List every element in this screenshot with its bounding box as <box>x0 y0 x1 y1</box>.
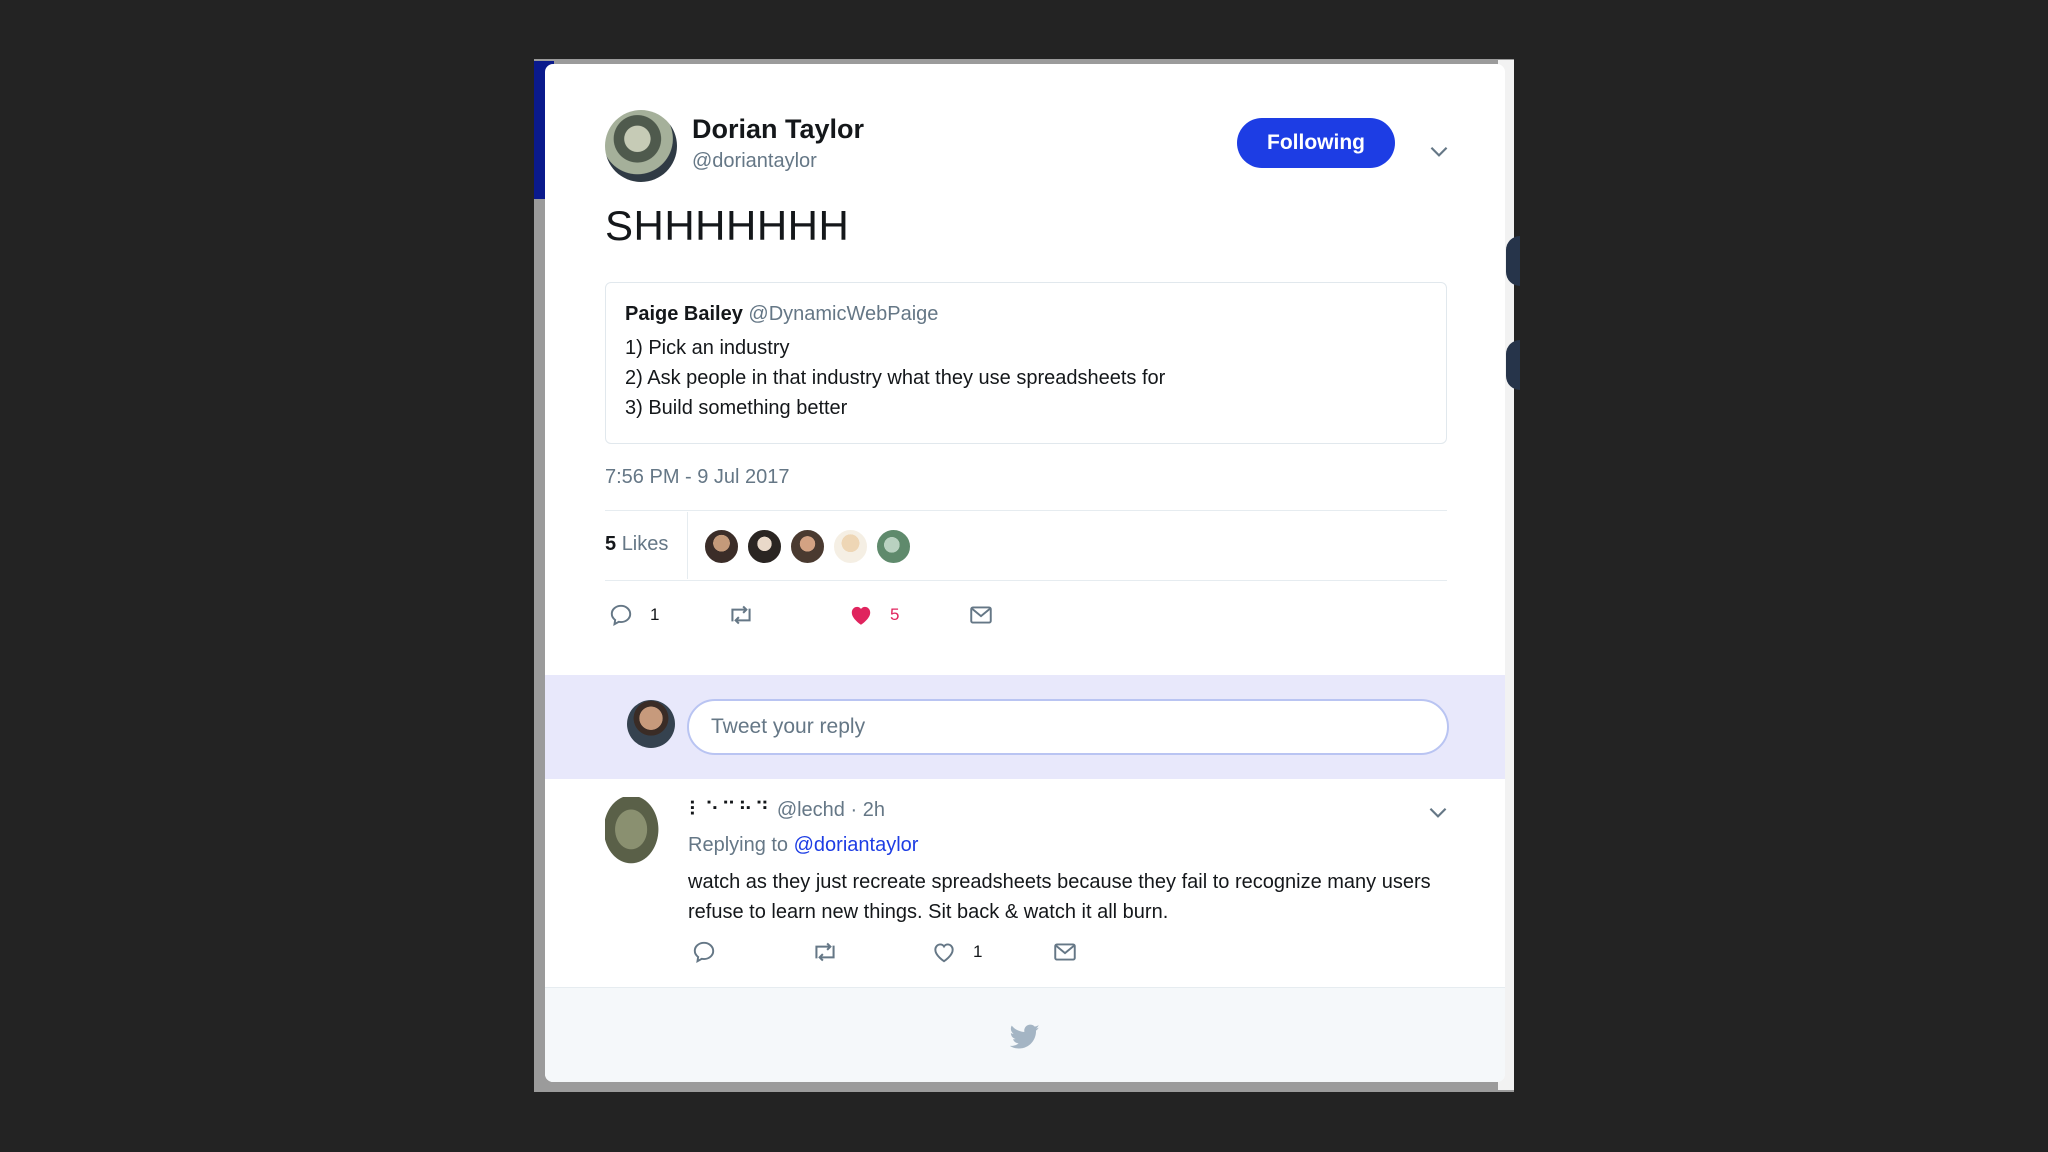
divider <box>605 510 1447 511</box>
reply-author-avatar[interactable] <box>605 797 663 869</box>
liker-avatar[interactable] <box>875 528 912 565</box>
likes-number: 5 <box>605 533 617 555</box>
meta-separator: · <box>850 799 863 821</box>
reply-meta: ⠇⠑⠉⠓⠙ @lechd · 2h <box>688 797 885 822</box>
following-button[interactable]: Following <box>1237 118 1395 168</box>
tweet-header: Dorian Taylor @doriantaylor Following <box>605 110 1485 184</box>
divider <box>605 580 1447 581</box>
author-handle[interactable]: @doriantaylor <box>692 150 817 173</box>
quoted-author-name: Paige Bailey <box>625 303 743 325</box>
reply-author-handle[interactable]: @lechd <box>777 799 845 821</box>
liker-avatar[interactable] <box>703 528 740 565</box>
reply-text: watch as they just recreate spreadsheets… <box>688 871 1431 923</box>
quoted-tweet-header: Paige Bailey @DynamicWebPaige <box>625 303 938 326</box>
modal-footer <box>545 987 1505 1082</box>
heart-outline-icon <box>934 943 954 963</box>
likes-label: Likes <box>621 533 669 555</box>
reply-author-name[interactable]: ⠇⠑⠉⠓⠙ <box>688 799 771 821</box>
reply-icon <box>693 941 715 964</box>
liker-avatar[interactable] <box>746 528 783 565</box>
retweet-action[interactable] <box>810 939 840 965</box>
author-avatar[interactable] <box>605 110 677 182</box>
like-action[interactable]: 5 <box>848 602 899 628</box>
reply-icon <box>610 604 632 627</box>
replying-prefix: Replying to <box>688 834 789 856</box>
quoted-author-handle: @DynamicWebPaige <box>748 303 939 325</box>
envelope-icon <box>970 606 992 624</box>
quoted-line: 1) Pick an industry <box>625 337 790 359</box>
reply-action[interactable]: 1 <box>608 602 659 628</box>
like-count: 1 <box>973 942 983 961</box>
tweet-text: SHHHHHHH <box>605 202 850 249</box>
reply-tweet[interactable]: ⠇⠑⠉⠓⠙ @lechd · 2h Replying to @doriantay… <box>545 779 1505 979</box>
divider <box>687 512 688 579</box>
heart-icon <box>851 606 871 625</box>
current-user-avatar <box>627 700 675 748</box>
like-count: 5 <box>890 605 900 624</box>
quoted-line: 3) Build something better <box>625 397 848 419</box>
like-action[interactable]: 1 <box>931 939 982 965</box>
liker-avatar[interactable] <box>832 528 869 565</box>
tweet-modal: Dorian Taylor @doriantaylor Following SH… <box>545 64 1505 1082</box>
replying-to: Replying to @doriantaylor <box>688 834 918 857</box>
replying-to-link[interactable]: @doriantaylor <box>794 834 919 856</box>
envelope-icon <box>1054 943 1076 961</box>
tweet-timestamp[interactable]: 7:56 PM - 9 Jul 2017 <box>605 466 790 489</box>
retweet-icon <box>731 605 751 625</box>
chevron-down-icon[interactable] <box>1425 799 1451 825</box>
reply-input[interactable] <box>687 699 1449 755</box>
author-name[interactable]: Dorian Taylor <box>692 114 864 145</box>
quoted-tweet[interactable]: Paige Bailey @DynamicWebPaige 1) Pick an… <box>605 282 1447 444</box>
chevron-down-icon[interactable] <box>1426 138 1452 164</box>
direct-message-action[interactable] <box>1052 939 1078 965</box>
background-avatar <box>1506 340 1520 390</box>
retweet-icon <box>815 942 835 962</box>
reply-action[interactable] <box>691 939 717 965</box>
liker-avatar[interactable] <box>789 528 826 565</box>
reply-age[interactable]: 2h <box>863 799 885 821</box>
retweet-action[interactable] <box>726 602 756 628</box>
direct-message-action[interactable] <box>968 602 994 628</box>
quoted-line: 2) Ask people in that industry what they… <box>625 367 1166 389</box>
reply-count: 1 <box>650 605 660 624</box>
likes-count[interactable]: 5 Likes <box>605 533 668 556</box>
background-avatar <box>1506 236 1520 286</box>
reply-composer <box>545 675 1505 779</box>
twitter-bird-icon <box>1010 1024 1040 1049</box>
